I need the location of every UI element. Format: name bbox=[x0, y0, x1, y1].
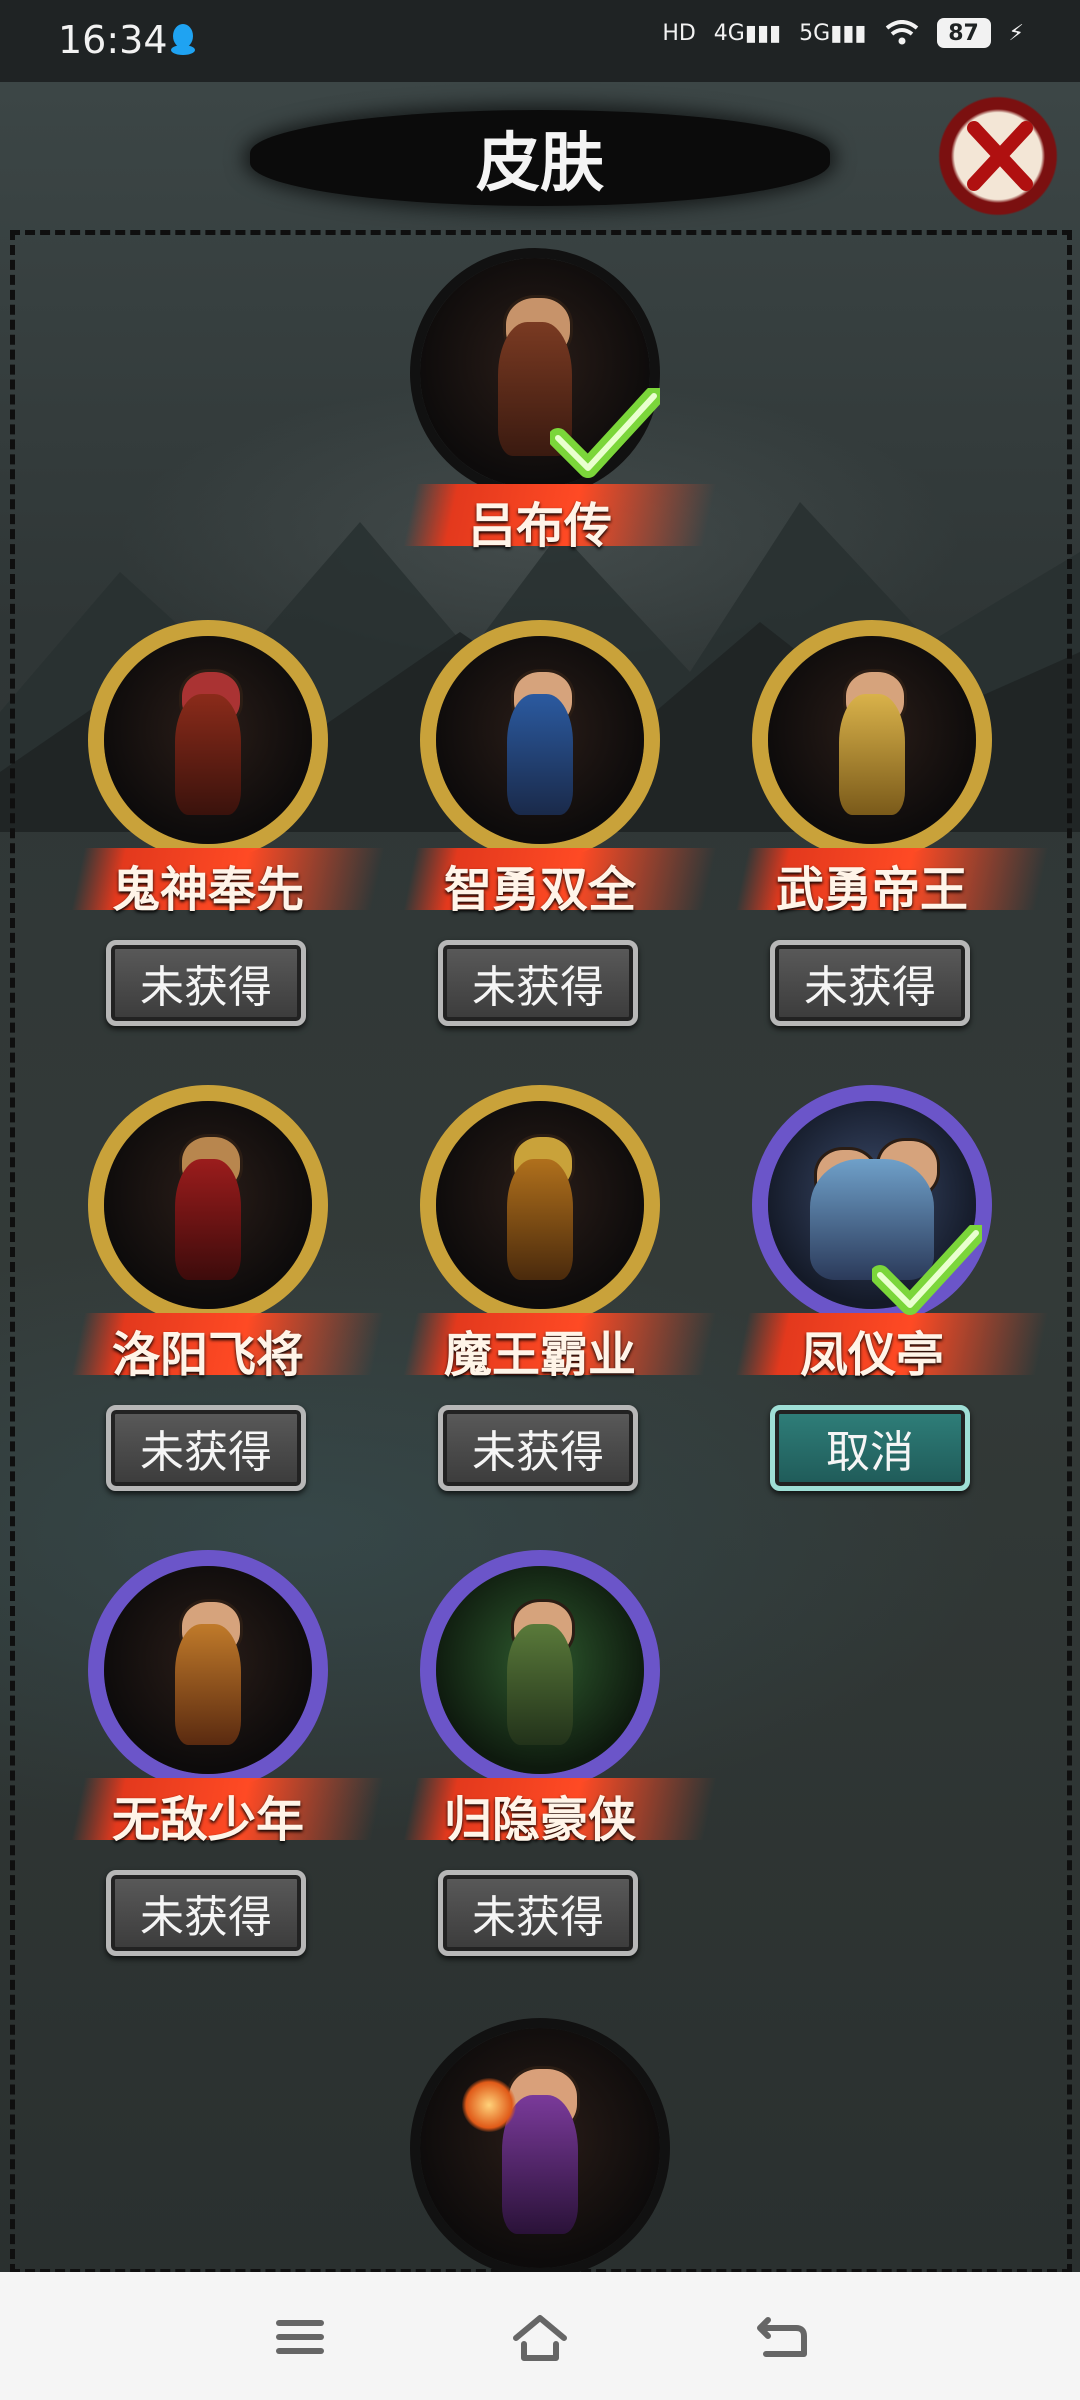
skin-card[interactable]: 洛阳飞将 未获得 bbox=[71, 1085, 385, 1515]
skin-portrait bbox=[88, 1085, 328, 1325]
system-navbar bbox=[0, 2272, 1080, 2400]
skin-name: 鬼神奉先 bbox=[111, 862, 304, 918]
home-icon[interactable] bbox=[510, 2310, 570, 2364]
skin-status-button[interactable]: 未获得 bbox=[106, 1870, 306, 1956]
skin-card[interactable]: 凤仪亭 取消 bbox=[735, 1085, 1049, 1515]
page-title: 皮肤 bbox=[476, 127, 604, 201]
skin-name: 无敌少年 bbox=[111, 1792, 304, 1848]
cancel-button[interactable]: 取消 bbox=[770, 1405, 970, 1491]
partial-skin-portrait[interactable] bbox=[410, 2018, 670, 2278]
5g-signal-icon: 5G▮▮▮ bbox=[799, 20, 867, 46]
hd-icon: HD bbox=[662, 20, 696, 46]
selected-check-icon bbox=[872, 1225, 982, 1315]
skin-status-button[interactable]: 未获得 bbox=[438, 940, 638, 1026]
status-time: 16:34 bbox=[58, 18, 168, 62]
menu-icon[interactable] bbox=[270, 2310, 330, 2364]
skin-card[interactable]: 魔王霸业 未获得 bbox=[403, 1085, 717, 1515]
close-button[interactable] bbox=[934, 92, 1062, 220]
fire-effect bbox=[462, 2078, 516, 2132]
skin-status-button[interactable]: 未获得 bbox=[438, 1870, 638, 1956]
skin-portrait bbox=[420, 1550, 660, 1790]
skin-card[interactable]: 无敌少年 未获得 bbox=[71, 1550, 385, 1980]
skin-portrait bbox=[88, 620, 328, 860]
skin-portrait bbox=[420, 620, 660, 860]
skin-portrait bbox=[88, 1550, 328, 1790]
skin-name: 智勇双全 bbox=[443, 862, 636, 918]
battery-level: 87 bbox=[936, 18, 991, 48]
skin-status-button[interactable]: 未获得 bbox=[106, 940, 306, 1026]
skin-name: 武勇帝王 bbox=[775, 862, 968, 918]
4g-signal-icon: 4G▮▮▮ bbox=[713, 20, 782, 46]
skin-status-button[interactable]: 未获得 bbox=[438, 1405, 638, 1491]
skin-portrait bbox=[752, 620, 992, 860]
back-icon[interactable] bbox=[752, 2310, 812, 2364]
charging-icon: ⚡ bbox=[1008, 20, 1024, 46]
current-skin[interactable]: 吕布传 bbox=[403, 248, 717, 578]
current-skin-name: 吕布传 bbox=[467, 498, 612, 554]
skin-name: 凤仪亭 bbox=[799, 1327, 944, 1383]
skin-card[interactable]: 鬼神奉先 未获得 bbox=[71, 620, 385, 1050]
wifi-icon bbox=[885, 20, 918, 45]
selected-check-icon bbox=[550, 388, 660, 478]
skin-card[interactable]: 武勇帝王 未获得 bbox=[735, 620, 1049, 1050]
skin-name: 魔王霸业 bbox=[443, 1327, 636, 1383]
skin-card[interactable]: 归隐豪侠 未获得 bbox=[403, 1550, 717, 1980]
skin-card[interactable]: 智勇双全 未获得 bbox=[403, 620, 717, 1050]
skin-status-button[interactable]: 未获得 bbox=[106, 1405, 306, 1491]
status-bar: 16:34 HD 4G▮▮▮ 5G▮▮▮ 87 ⚡ bbox=[0, 0, 1080, 82]
close-x-icon bbox=[967, 121, 1033, 191]
qq-notification-icon bbox=[171, 24, 195, 55]
skin-portrait bbox=[420, 1085, 660, 1325]
skin-name: 归隐豪侠 bbox=[443, 1792, 636, 1848]
skin-name: 洛阳飞将 bbox=[111, 1327, 304, 1383]
skin-status-button[interactable]: 未获得 bbox=[770, 940, 970, 1026]
